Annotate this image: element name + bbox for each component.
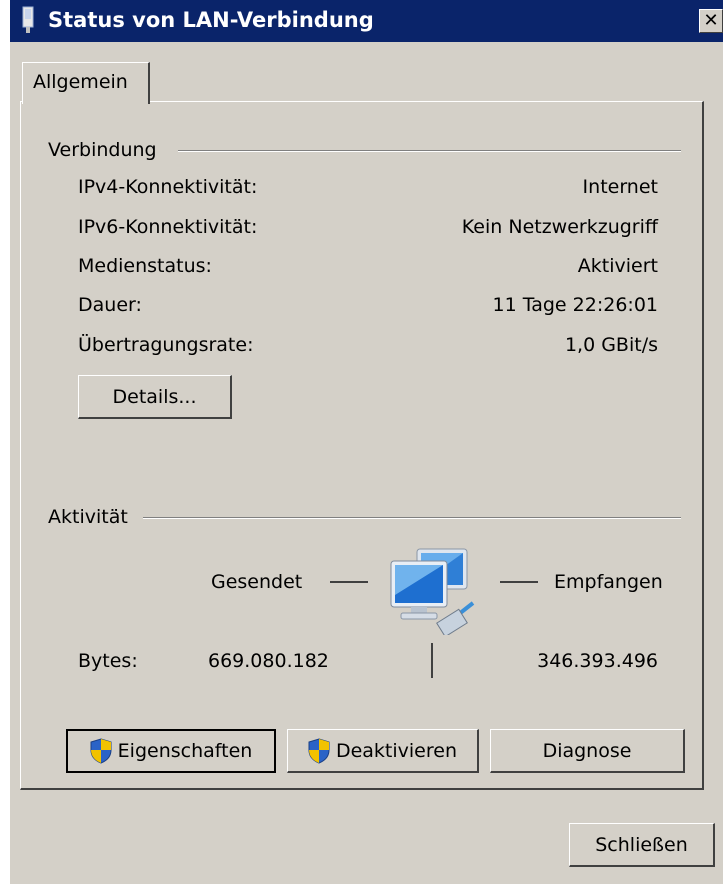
activity-group-divider xyxy=(143,517,681,519)
received-label: Empfangen xyxy=(554,571,663,593)
tab-allgemein[interactable]: Allgemein xyxy=(22,62,150,104)
media-status-value: Aktiviert xyxy=(577,255,658,277)
bytes-received-value: 346.393.496 xyxy=(537,650,658,672)
activity-group-label: Aktivität xyxy=(48,506,128,528)
ipv6-connectivity-value: Kein Netzwerkzugriff xyxy=(461,216,658,238)
uac-shield-icon xyxy=(308,737,330,764)
duration-value: 11 Tage 22:26:01 xyxy=(492,294,658,316)
tab-panel xyxy=(20,101,704,790)
window-title: Status von LAN-Verbindung xyxy=(48,8,374,32)
network-adapter-icon xyxy=(22,6,34,33)
details-button[interactable]: Details... xyxy=(78,375,232,419)
close-button[interactable]: Schließen xyxy=(569,823,715,867)
dialog-window: Status von LAN-Verbindung ✕ Allgemein Ve… xyxy=(10,0,723,884)
connection-group-label: Verbindung xyxy=(48,139,157,161)
media-status-label: Medienstatus: xyxy=(78,255,212,277)
connection-group-divider xyxy=(178,150,681,152)
ipv4-connectivity-value: Internet xyxy=(582,176,658,198)
diagnose-button[interactable]: Diagnose xyxy=(490,729,685,773)
transfer-rate-value: 1,0 GBit/s xyxy=(564,334,658,356)
ipv4-connectivity-label: IPv4-Konnektivität: xyxy=(78,176,258,198)
transfer-rate-label: Übertragungsrate: xyxy=(78,334,254,356)
disable-button-label: Deaktivieren xyxy=(335,739,458,762)
disable-button[interactable]: Deaktivieren xyxy=(287,729,479,773)
network-computers-icon xyxy=(390,548,475,635)
close-window-button[interactable]: ✕ xyxy=(699,9,723,33)
properties-button[interactable]: Eigenschaften xyxy=(66,729,276,773)
uac-shield-icon xyxy=(90,738,112,764)
title-bar[interactable]: Status von LAN-Verbindung ✕ xyxy=(10,0,723,42)
received-connector-line xyxy=(500,581,538,583)
sent-label: Gesendet xyxy=(211,571,303,593)
sent-connector-line xyxy=(330,581,368,583)
ipv6-connectivity-label: IPv6-Konnektivität: xyxy=(78,216,258,238)
duration-label: Dauer: xyxy=(78,294,142,316)
tab-label: Allgemein xyxy=(33,71,128,93)
bytes-sent-value: 669.080.182 xyxy=(208,650,329,672)
bytes-separator xyxy=(431,643,433,678)
properties-button-label: Eigenschaften xyxy=(117,740,253,762)
bytes-label: Bytes: xyxy=(78,650,138,672)
